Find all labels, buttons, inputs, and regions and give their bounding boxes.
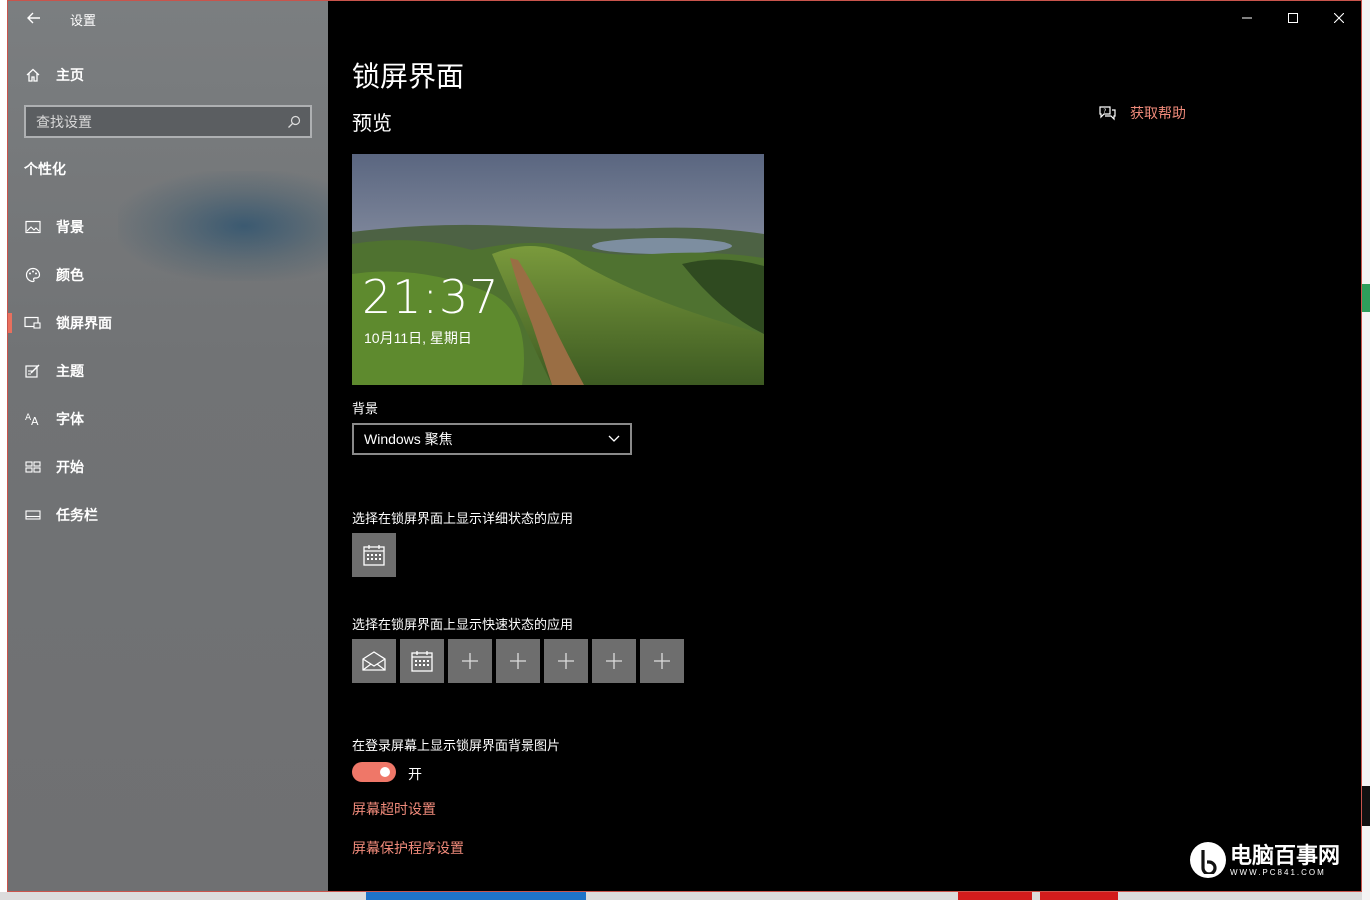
preview-clock: 21:37 <box>362 270 500 324</box>
background-dropdown[interactable]: Windows 聚焦 <box>352 423 632 455</box>
preview-heading: 预览 <box>352 113 392 135</box>
search-box[interactable] <box>24 105 312 138</box>
sidebar-item-colors[interactable]: 颜色 <box>8 251 328 299</box>
sidebar-item-label: 颜色 <box>56 267 84 283</box>
toggle-knob <box>380 767 390 777</box>
palette-icon <box>24 266 42 284</box>
home-icon <box>24 66 42 84</box>
screen-timeout-link[interactable]: 屏幕超时设置 <box>352 799 436 819</box>
signin-bg-toggle[interactable] <box>352 762 396 782</box>
get-help-link[interactable]: ? 获取帮助 <box>1098 103 1186 123</box>
detailed-status-app-tile[interactable] <box>352 533 396 577</box>
lock-screen-icon <box>24 314 42 332</box>
sidebar-item-label: 锁屏界面 <box>56 315 112 331</box>
watermark-sub: WWW.PC841.COM <box>1230 867 1326 877</box>
page-title: 锁屏界面 <box>352 61 465 92</box>
signin-bg-label: 在登录屏幕上显示锁屏界面背景图片 <box>352 738 561 753</box>
sidebar-item-label: 任务栏 <box>56 507 98 523</box>
sidebar-item-label: 开始 <box>56 459 84 475</box>
start-grid-icon <box>24 458 42 476</box>
home-label: 主页 <box>56 67 84 83</box>
back-arrow-icon <box>27 12 40 24</box>
watermark-logo-icon <box>1190 842 1226 878</box>
desktop-red-block <box>958 892 1032 900</box>
nav-list: 背景 颜色 锁屏界面 主题 A A 字体 开始 任务栏 <box>8 203 328 539</box>
desktop-background-strip <box>0 892 1370 900</box>
desktop-dark-block <box>1362 786 1370 826</box>
sidebar-item-label: 字体 <box>56 411 84 427</box>
svg-text:A: A <box>31 415 39 427</box>
desktop-green-block <box>1362 284 1370 312</box>
maximize-icon <box>1288 13 1298 23</box>
minimize-button[interactable] <box>1224 1 1270 35</box>
quick-status-add-tile[interactable] <box>544 639 588 683</box>
screensaver-link[interactable]: 屏幕保护程序设置 <box>352 838 464 858</box>
add-icon <box>462 653 478 669</box>
taskbar-icon <box>24 506 42 524</box>
theme-brush-icon <box>24 362 42 380</box>
chat-help-icon: ? <box>1099 106 1116 121</box>
quick-status-app-tile-calendar[interactable] <box>400 639 444 683</box>
quick-status-label: 选择在锁屏界面上显示快速状态的应用 <box>352 617 574 632</box>
close-button[interactable] <box>1316 1 1361 35</box>
add-icon <box>558 653 574 669</box>
sidebar-item-lock-screen[interactable]: 锁屏界面 <box>8 299 328 347</box>
back-button[interactable] <box>22 7 46 29</box>
main-content: 锁屏界面 预览 ? 获取帮助 21:37 10月11日, 星期日 背景 Wind… <box>328 1 1361 891</box>
sidebar-item-fonts[interactable]: AA 字体 <box>8 395 328 443</box>
sidebar-item-taskbar[interactable]: 任务栏 <box>8 491 328 539</box>
add-icon <box>510 653 526 669</box>
watermark-main: 电脑百事网 <box>1230 842 1341 868</box>
site-watermark: 电脑百事网 WWW.PC841.COM <box>1190 842 1340 878</box>
font-icon: AA <box>24 410 42 428</box>
close-icon <box>1334 13 1344 23</box>
background-label: 背景 <box>352 401 379 416</box>
desktop-red-block <box>1040 892 1118 900</box>
quick-status-add-tile[interactable] <box>448 639 492 683</box>
add-icon <box>606 653 622 669</box>
quick-status-add-tile[interactable] <box>640 639 684 683</box>
get-help-label: 获取帮助 <box>1130 105 1186 121</box>
picture-icon <box>24 218 42 236</box>
quick-status-add-tile[interactable] <box>496 639 540 683</box>
quick-status-app-tile-mail[interactable] <box>352 639 396 683</box>
desktop-taskbar-blue <box>366 892 586 900</box>
sidebar-item-themes[interactable]: 主题 <box>8 347 328 395</box>
calendar-icon <box>363 545 385 566</box>
settings-window: 设置 主页 个性化 背景 <box>7 0 1362 892</box>
calendar-icon <box>411 651 433 672</box>
chevron-down-icon <box>608 435 620 442</box>
detailed-status-label: 选择在锁屏界面上显示详细状态的应用 <box>352 511 574 526</box>
section-label: 个性化 <box>24 161 66 177</box>
lock-screen-preview: 21:37 10月11日, 星期日 <box>352 154 764 385</box>
watermark-text: 电脑百事网 WWW.PC841.COM <box>1230 842 1341 877</box>
sidebar: 设置 主页 个性化 背景 <box>8 1 328 891</box>
sidebar-item-label: 背景 <box>56 219 84 235</box>
add-icon <box>654 653 670 669</box>
maximize-button[interactable] <box>1270 1 1316 35</box>
home-nav[interactable]: 主页 <box>24 63 84 87</box>
search-icon[interactable] <box>286 114 302 130</box>
sidebar-item-start[interactable]: 开始 <box>8 443 328 491</box>
svg-text:?: ? <box>1103 108 1106 115</box>
preview-date: 10月11日, 星期日 <box>364 330 472 346</box>
quick-status-add-tile[interactable] <box>592 639 636 683</box>
minimize-icon <box>1242 17 1252 19</box>
toggle-state-label: 开 <box>408 766 422 782</box>
app-title: 设置 <box>70 13 97 28</box>
mail-icon <box>362 651 386 671</box>
background-dropdown-value: Windows 聚焦 <box>364 431 453 447</box>
sidebar-item-background[interactable]: 背景 <box>8 203 328 251</box>
sidebar-item-label: 主题 <box>56 363 84 379</box>
desktop-right-strip <box>1362 0 1370 900</box>
search-input[interactable] <box>36 113 286 130</box>
